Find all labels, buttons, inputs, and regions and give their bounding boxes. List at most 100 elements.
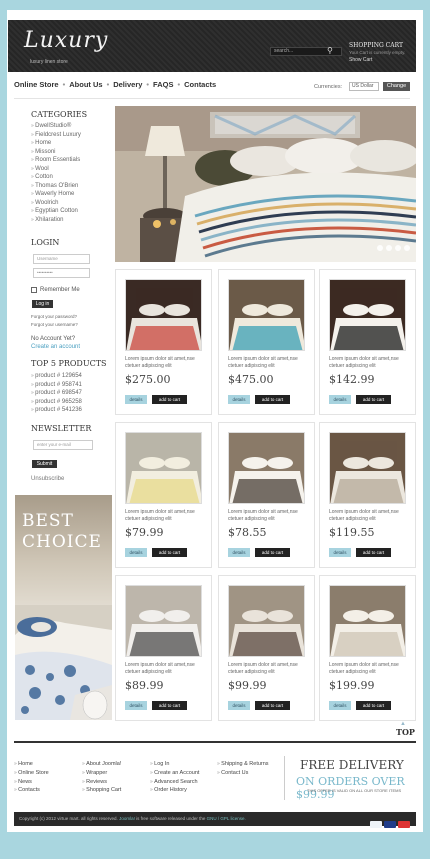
footer-link[interactable]: Home — [14, 760, 49, 769]
category-item[interactable]: DwellStudio® — [31, 122, 81, 131]
footer-link[interactable]: Online Store — [14, 769, 49, 778]
top5-item[interactable]: product # 129654 — [31, 372, 82, 381]
best-choice-banner[interactable]: BEST CHOICE — [15, 495, 112, 720]
forgot-username-link[interactable]: Forgot your username? — [31, 322, 78, 327]
product-image[interactable] — [228, 279, 305, 351]
product-image[interactable] — [329, 279, 406, 351]
product-card[interactable]: Lorem ipsum dolor sit amet,nse ctetuer a… — [319, 422, 416, 568]
username-field[interactable]: Username — [33, 254, 90, 264]
show-cart-link[interactable]: Show Cart — [349, 57, 372, 63]
hero-slideshow[interactable] — [115, 106, 416, 262]
nav-online-store[interactable]: Online Store — [14, 80, 59, 89]
add-to-cart-button[interactable]: add to cart — [356, 701, 391, 710]
change-currency-button[interactable]: Change — [383, 82, 410, 91]
product-price: $79.99 — [125, 526, 164, 539]
product-price: $475.00 — [228, 373, 274, 386]
forgot-password-link[interactable]: Forgot your password? — [31, 314, 77, 319]
slide-dot[interactable] — [404, 245, 410, 251]
nav-faqs[interactable]: FAQS — [153, 80, 173, 89]
site-logo[interactable]: Luxury — [24, 28, 108, 53]
category-item[interactable]: Egyptian Cotton — [31, 207, 81, 216]
add-to-cart-button[interactable]: add to cart — [152, 395, 187, 404]
search-icon[interactable]: ⚲ — [327, 46, 333, 55]
product-card[interactable]: Lorem ipsum dolor sit amet,nse ctetuer a… — [115, 575, 212, 721]
details-button[interactable]: details — [125, 395, 147, 404]
details-button[interactable]: details — [329, 548, 351, 557]
add-to-cart-button[interactable]: add to cart — [356, 548, 391, 557]
product-image[interactable] — [228, 432, 305, 504]
category-item[interactable]: Waverly Home — [31, 190, 81, 199]
subscribe-button[interactable]: Submit — [32, 460, 57, 468]
category-item[interactable]: Xhilaration — [31, 216, 81, 225]
product-card[interactable]: Lorem ipsum dolor sit amet,nse ctetuer a… — [218, 269, 315, 415]
footer-link[interactable]: Log In — [150, 760, 199, 769]
password-field[interactable]: •••••••••• — [33, 268, 90, 278]
footer-link[interactable]: Shipping & Returns — [217, 760, 268, 769]
product-card[interactable]: Lorem ipsum dolor sit amet,nse ctetuer a… — [115, 269, 212, 415]
product-image[interactable] — [228, 585, 305, 657]
footer-link[interactable]: Shopping Cart — [82, 786, 121, 795]
footer-link[interactable]: Contacts — [14, 786, 49, 795]
footer-link[interactable]: About Joomla! — [82, 760, 121, 769]
product-description: Lorem ipsum dolor sit amet,nse ctetuer a… — [329, 662, 399, 675]
slide-dot[interactable] — [377, 245, 383, 251]
category-item[interactable]: Thomas O'Brien — [31, 182, 81, 191]
create-account-link[interactable]: Create an account — [31, 343, 80, 351]
category-item[interactable]: Home — [31, 139, 81, 148]
product-card[interactable]: Lorem ipsum dolor sit amet,nse ctetuer a… — [218, 422, 315, 568]
footer-link[interactable]: Advanced Search — [150, 778, 199, 787]
top5-item[interactable]: product # 698547 — [31, 389, 82, 398]
add-to-cart-button[interactable]: add to cart — [152, 701, 187, 710]
currency-select[interactable]: US Dollar — [349, 82, 379, 91]
details-button[interactable]: details — [329, 701, 351, 710]
newsletter-email-field[interactable]: enter your e-mail — [33, 440, 93, 450]
product-image[interactable] — [125, 279, 202, 351]
footer-link[interactable]: Wrapper — [82, 769, 121, 778]
add-to-cart-button[interactable]: add to cart — [255, 701, 290, 710]
product-card[interactable]: Lorem ipsum dolor sit amet,nse ctetuer a… — [319, 575, 416, 721]
product-card[interactable]: Lorem ipsum dolor sit amet,nse ctetuer a… — [115, 422, 212, 568]
login-button[interactable]: Log in — [32, 300, 53, 308]
category-item[interactable]: Missoni — [31, 148, 81, 157]
details-button[interactable]: details — [125, 548, 147, 557]
nav-about-us[interactable]: About Us — [69, 80, 102, 89]
product-image[interactable] — [329, 585, 406, 657]
add-to-cart-button[interactable]: add to cart — [152, 548, 187, 557]
footer-link[interactable]: Order History — [150, 786, 199, 795]
footer-link[interactable]: Reviews — [82, 778, 121, 787]
details-button[interactable]: details — [228, 701, 250, 710]
top5-item[interactable]: product # 965258 — [31, 398, 82, 407]
nav-delivery[interactable]: Delivery — [113, 80, 142, 89]
add-to-cart-button[interactable]: add to cart — [255, 548, 290, 557]
product-image[interactable] — [125, 585, 202, 657]
product-image[interactable] — [329, 432, 406, 504]
category-item[interactable]: Fieldcrest Luxury — [31, 131, 81, 140]
joomla-link[interactable]: Joomla! — [119, 816, 135, 821]
details-button[interactable]: details — [228, 395, 250, 404]
nav-contacts[interactable]: Contacts — [184, 80, 216, 89]
slide-dot[interactable] — [386, 245, 392, 251]
top5-item[interactable]: product # 541236 — [31, 406, 82, 415]
product-card[interactable]: Lorem ipsum dolor sit amet,nse ctetuer a… — [319, 269, 416, 415]
product-image[interactable] — [125, 432, 202, 504]
add-to-cart-button[interactable]: add to cart — [255, 395, 290, 404]
details-button[interactable]: details — [125, 701, 147, 710]
category-item[interactable]: Room Essentials — [31, 156, 81, 165]
footer-link[interactable]: Contact Us — [217, 769, 269, 778]
add-to-cart-button[interactable]: add to cart — [356, 395, 391, 404]
category-item[interactable]: Cotton — [31, 173, 81, 182]
footer-link[interactable]: Create an Account — [150, 769, 199, 778]
unsubscribe-link[interactable]: Unsubscribe — [31, 476, 64, 482]
details-button[interactable]: details — [329, 395, 351, 404]
footer-link[interactable]: News — [14, 778, 49, 787]
slide-dot[interactable] — [395, 245, 401, 251]
product-price: $99.99 — [228, 679, 267, 692]
remember-me-checkbox[interactable] — [31, 287, 37, 293]
category-item[interactable]: Woolrich — [31, 199, 81, 208]
category-item[interactable]: Wool — [31, 165, 81, 174]
license-link[interactable]: GNU / GPL license. — [207, 816, 246, 821]
back-to-top-link[interactable]: TOP — [396, 727, 415, 737]
top5-item[interactable]: product # 958741 — [31, 381, 82, 390]
product-card[interactable]: Lorem ipsum dolor sit amet,nse ctetuer a… — [218, 575, 315, 721]
details-button[interactable]: details — [228, 548, 250, 557]
